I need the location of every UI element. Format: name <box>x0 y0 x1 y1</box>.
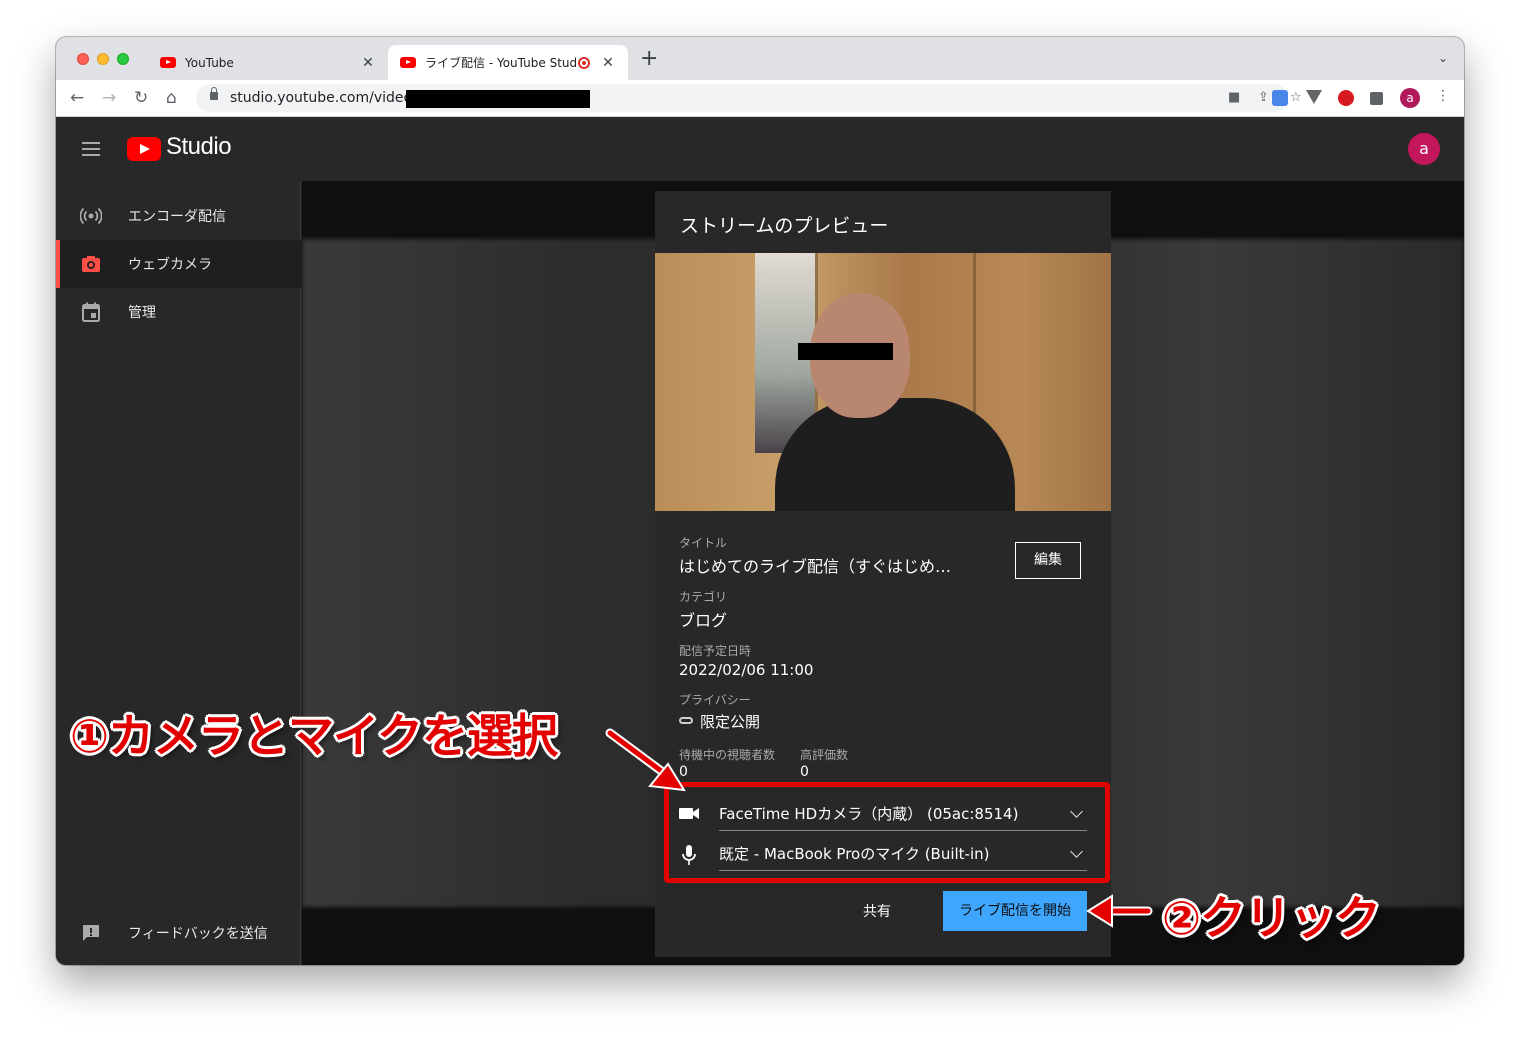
annotation-arrow-2 <box>1086 894 1153 928</box>
annotation-step1: ①カメラとマイクを選択 <box>70 709 558 763</box>
annotation-step2: ②クリック <box>1162 891 1381 945</box>
annotation-arrow-1 <box>605 728 686 792</box>
